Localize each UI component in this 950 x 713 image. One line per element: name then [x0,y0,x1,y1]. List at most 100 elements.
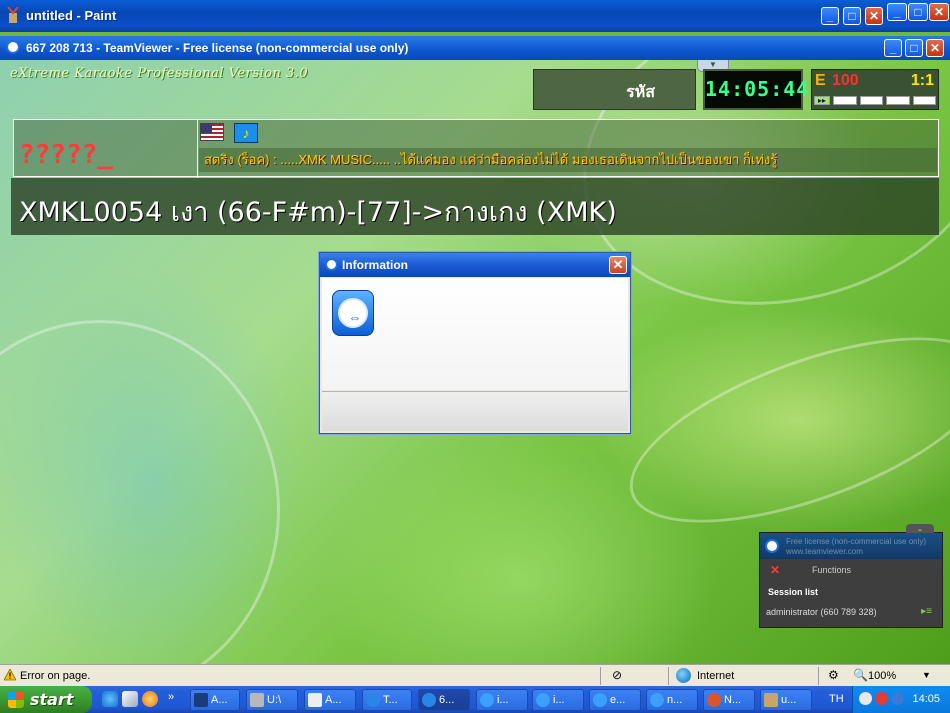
protected-mode-icon[interactable]: ⚙ [828,668,839,682]
song-info-panel: ?????_ ♪ สตริง (ร็อค) : .....XMK MUSIC..… [13,119,939,178]
teamviewer-icon [366,693,380,707]
tray-app-icon[interactable] [875,692,888,705]
dialog-close-button[interactable]: ✕ [609,256,627,274]
karaoke-status-box: E 100 1:1 ▸▸ [811,69,939,110]
dialog-title-bar[interactable]: Information ✕ [320,253,630,277]
warning-icon[interactable] [4,669,16,681]
tv-maximize-button[interactable]: □ [905,39,923,57]
ie-icon [593,693,607,707]
level-bar [859,96,883,105]
lyrics-ticker: สตริง (ร็อค) : .....XMK MUSIC..... ..ได้… [199,148,937,172]
windows-logo-icon [8,692,24,708]
drive-icon [250,693,264,707]
digital-clock: 14:05:44 [703,69,808,110]
zoom-dropdown-icon[interactable]: ▼ [922,670,931,680]
status-separator [668,667,669,685]
taskbar-item[interactable]: 6... [418,689,470,711]
session-list-header[interactable]: Session list [768,587,818,597]
ie-icon [536,693,550,707]
panel-license-text: Free license (non-commercial use only) [786,537,927,546]
ie-icon [650,693,664,707]
current-song-bar: XMKL0054 เงา (66-F#m)-[77]->กางเกง (XMK) [11,178,939,235]
volume-value: 100 [832,72,859,89]
tray-clock[interactable]: 14:05 [912,693,940,705]
teamviewer-icon [422,693,436,707]
quicklaunch-overflow-icon[interactable]: » [168,691,174,703]
firefox-quicklaunch-icon[interactable] [142,691,158,707]
tray-back-icon[interactable] [859,692,872,705]
level-bars: ▸▸ [814,96,936,105]
internet-zone-text: Internet [697,670,735,682]
taskbar-item[interactable]: e... [589,689,641,711]
taskbar-item[interactable]: U:\ [246,689,298,711]
zoom-icon[interactable]: 🔍 [853,668,868,682]
code-label: รหัส [626,84,655,101]
privacy-icon[interactable]: ⊘ [612,668,622,682]
teamviewer-icon [325,258,338,271]
taskbar-item[interactable]: i... [476,689,528,711]
zoom-level[interactable]: 100% [868,670,896,682]
close-session-icon[interactable]: ✕ [770,563,780,577]
karaoke-brand-text: eXtreme Karaoke Professional Version 3.0 [10,66,309,81]
current-song-title: XMKL0054 เงา (66-F#m)-[77]->กางเกง (XMK) [19,197,617,228]
input-code-display: ?????_ [19,140,113,170]
tray-network-icon[interactable] [891,692,904,705]
echo-indicator: E [815,72,826,89]
system-tray: TH 14:05 [829,686,950,713]
panel-website-text: www.teamviewer.com [786,547,863,556]
paint-title-bar[interactable]: untitled - Paint _ □ ✕ _ □ ✕ [0,0,950,32]
panel-collapse-tab[interactable]: ⌄ [906,524,934,533]
dialog-title: Information [342,258,408,272]
teamviewer-icon [765,539,779,553]
app-icon [308,693,322,707]
tv-minimize-button[interactable]: _ [884,39,902,57]
teamviewer-title-bar[interactable]: 667 208 713 - TeamViewer - Free license … [0,36,950,60]
remote-desktop-view[interactable]: eXtreme Karaoke Professional Version 3.0… [0,60,950,664]
level-bar [912,96,936,105]
desktop-quicklaunch-icon[interactable] [122,691,138,707]
ie-icon [480,693,494,707]
panel-toolbar: ✕ Functions [760,561,942,579]
taskbar-item[interactable]: i... [532,689,584,711]
dialog-footer [322,391,628,431]
song-code-box: รหัส [533,69,696,110]
start-label: start [30,690,74,709]
taskbar-item[interactable]: N... [703,689,755,711]
ratio-value: 1:1 [910,72,934,89]
taskbar: start » A... U:\ A... T... 6... i... i..… [0,686,950,713]
tv-close-button[interactable]: ✕ [926,39,944,57]
level-bar [886,96,910,105]
taskbar-item[interactable]: u... [760,689,812,711]
information-dialog[interactable]: Information ✕ ⇔ [319,252,631,434]
session-options-icon[interactable]: ▸≡ [921,606,932,617]
outer-minimize-button[interactable]: _ [887,3,907,21]
wallpaper-swirl [607,299,950,561]
ie-status-bar: Error on page. ⊘ Internet ⚙ 🔍 100% ▼ [0,664,950,686]
taskbar-item[interactable]: n... [646,689,698,711]
taskbar-item[interactable]: A... [190,689,240,711]
app-icon [707,693,721,707]
status-separator [818,667,819,685]
status-separator [600,667,601,685]
music-note-icon: ♪ [234,123,258,143]
session-row[interactable]: administrator (660 789 328) [766,607,877,617]
level-bar [833,96,857,105]
taskbar-item[interactable]: T... [362,689,412,711]
paint-close-button[interactable]: ✕ [865,7,883,25]
outer-close-button[interactable]: ✕ [929,3,949,21]
language-indicator[interactable]: TH [829,693,844,705]
teamviewer-app-icon [6,40,20,54]
outer-restore-button[interactable]: □ [908,3,928,21]
functions-menu[interactable]: Functions [812,565,851,575]
paint-minimize-button[interactable]: _ [821,7,839,25]
paint-maximize-button[interactable]: □ [843,7,861,25]
photoshop-icon [194,693,208,707]
teamviewer-session-panel[interactable]: ⌄ Free license (non-commercial use only)… [759,524,943,628]
paint-icon [764,693,778,707]
paint-window-title: untitled - Paint [26,8,117,23]
error-status-text[interactable]: Error on page. [20,670,90,682]
start-button[interactable]: start [0,686,92,713]
ie-quicklaunch-icon[interactable] [102,691,118,707]
taskbar-item[interactable]: A... [304,689,356,711]
dialog-body: ⇔ [322,278,628,390]
